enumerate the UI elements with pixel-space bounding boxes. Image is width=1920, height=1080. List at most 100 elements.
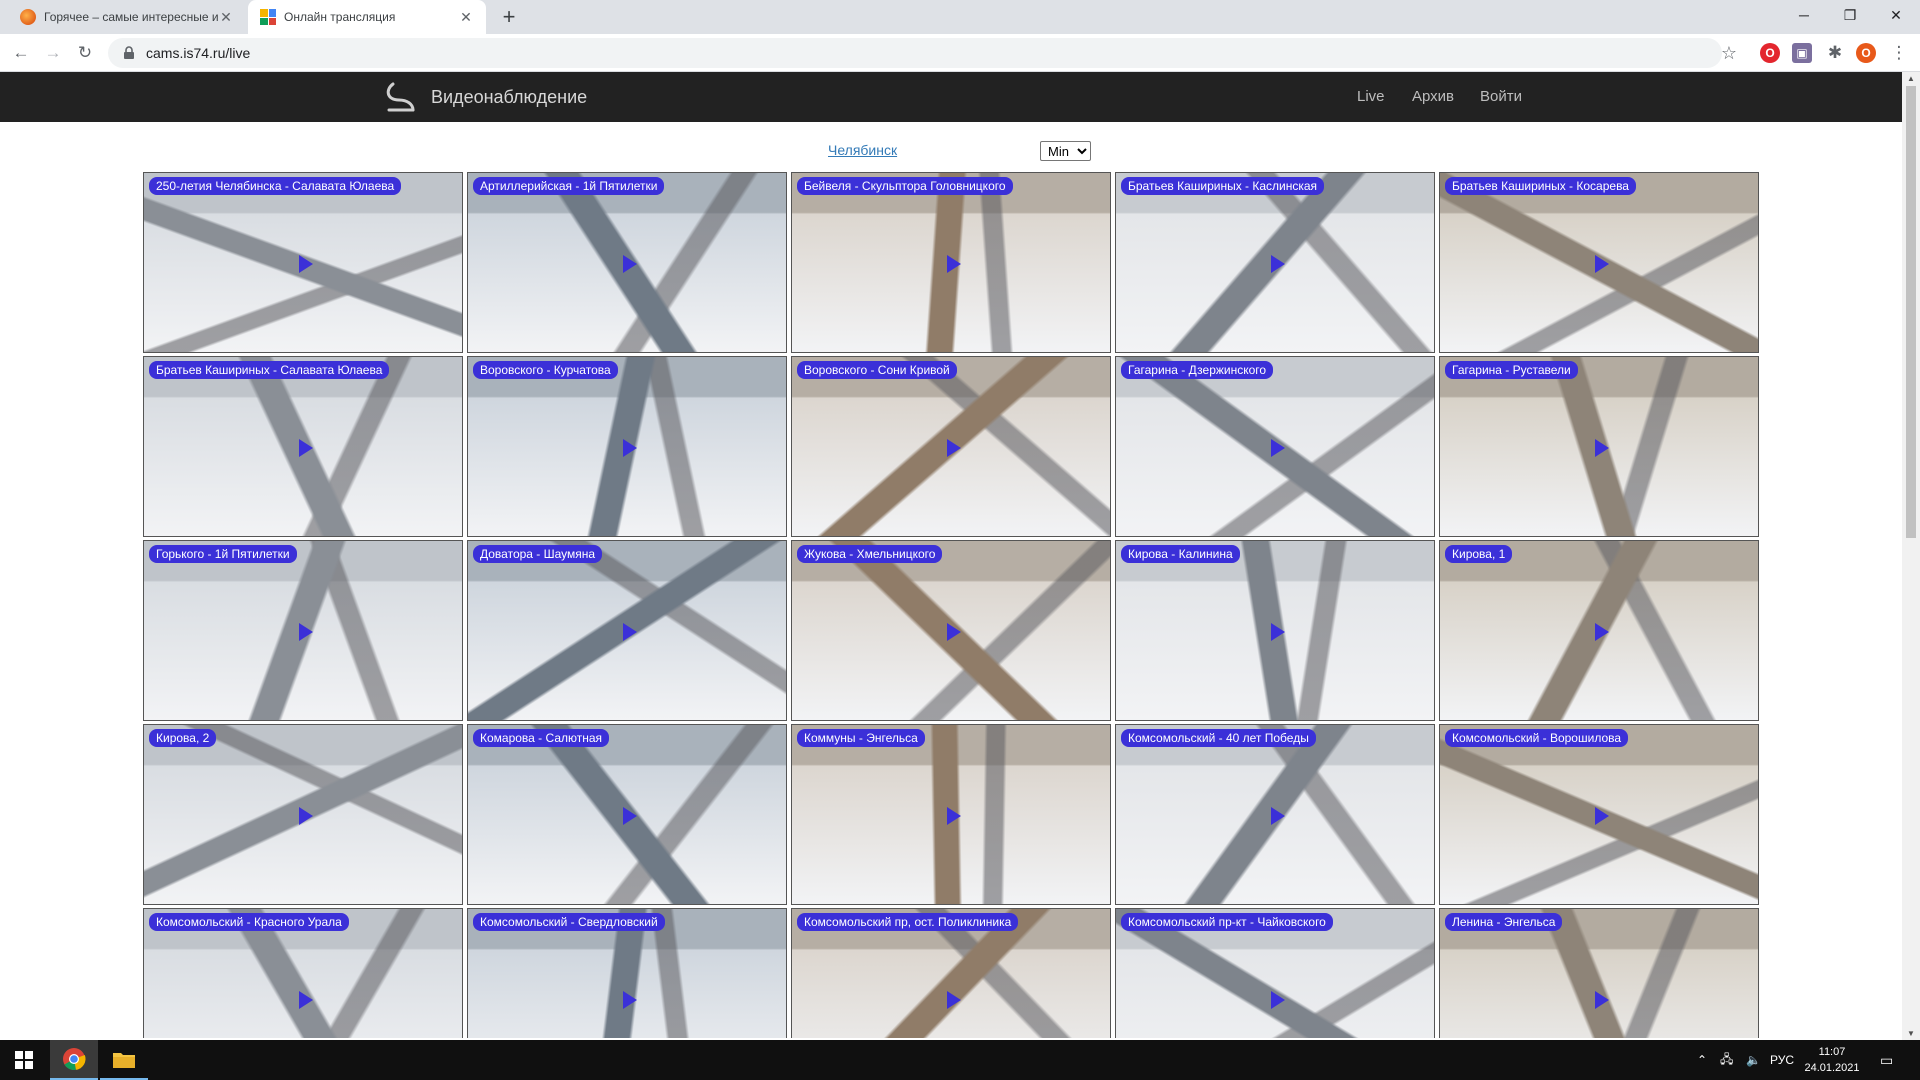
play-icon[interactable] <box>623 807 637 825</box>
play-icon[interactable] <box>299 991 313 1009</box>
play-icon[interactable] <box>947 439 961 457</box>
extensions-puzzle-icon[interactable]: ✱ <box>1822 40 1848 66</box>
play-icon[interactable] <box>1271 807 1285 825</box>
folder-icon <box>113 1053 135 1068</box>
play-icon[interactable] <box>1595 623 1609 641</box>
play-icon[interactable] <box>1595 439 1609 457</box>
back-icon[interactable]: ← <box>8 40 34 66</box>
file-explorer-taskbar-icon[interactable] <box>100 1040 148 1080</box>
camera-label: Братьев Кашириных - Косарева <box>1445 177 1636 195</box>
camera-tile[interactable]: Комсомольский - Свердловский <box>467 908 787 1038</box>
logo-icon <box>386 82 415 112</box>
play-icon[interactable] <box>299 439 313 457</box>
minimize-icon[interactable]: ─ <box>1781 0 1827 34</box>
forward-icon[interactable]: → <box>40 40 66 66</box>
preview-size-select[interactable]: Min <box>1040 141 1091 161</box>
camera-label: Гагарина - Руставели <box>1445 361 1578 379</box>
play-icon[interactable] <box>947 623 961 641</box>
camera-label: Бейвеля - Скульптора Головницкого <box>797 177 1013 195</box>
camera-tile[interactable]: Комсомольский пр, ост. Поликлиника <box>791 908 1111 1038</box>
nav-live-link[interactable]: Live <box>1357 88 1385 105</box>
camera-tile[interactable]: Комсомольский - Ворошилова <box>1439 724 1759 905</box>
play-icon[interactable] <box>947 807 961 825</box>
tray-chevron-icon[interactable]: ⌃ <box>1697 1040 1707 1080</box>
browser-menu-icon[interactable]: ⋮ <box>1886 40 1912 66</box>
scroll-down-icon[interactable]: ▼ <box>1906 1029 1916 1038</box>
play-icon[interactable] <box>1595 807 1609 825</box>
play-icon[interactable] <box>623 439 637 457</box>
camera-label: Доватора - Шаумяна <box>473 545 603 563</box>
camera-tile[interactable]: Ленина - Энгельса <box>1439 908 1759 1038</box>
url-text: cams.is74.ru/live <box>146 45 251 61</box>
camera-tile[interactable]: Бейвеля - Скульптора Головницкого <box>791 172 1111 353</box>
camera-tile[interactable]: Братьев Кашириных - Салавата Юлаева <box>143 356 463 537</box>
camera-tile[interactable]: Комарова - Салютная <box>467 724 787 905</box>
opera-extension-icon[interactable]: O <box>1760 43 1780 63</box>
browser-tab-strip: Горячее – самые интересные и ✕ Онлайн тр… <box>0 0 1920 34</box>
play-icon[interactable] <box>947 991 961 1009</box>
profile-avatar[interactable]: O <box>1856 43 1876 63</box>
chrome-taskbar-icon[interactable] <box>50 1040 98 1080</box>
camera-tile[interactable]: 250-летия Челябинска - Салавата Юлаева <box>143 172 463 353</box>
volume-icon[interactable]: 🔈 <box>1746 1040 1761 1080</box>
reload-icon[interactable]: ↻ <box>72 40 98 66</box>
camera-tile[interactable]: Комсомольский - Красного Урала <box>143 908 463 1038</box>
camera-tile[interactable]: Горького - 1й Пятилетки <box>143 540 463 721</box>
play-icon[interactable] <box>299 255 313 273</box>
play-icon[interactable] <box>1271 991 1285 1009</box>
camera-tile[interactable]: Кирова, 1 <box>1439 540 1759 721</box>
play-icon[interactable] <box>623 623 637 641</box>
camera-tile[interactable]: Братьев Кашириных - Каслинская <box>1115 172 1435 353</box>
play-icon[interactable] <box>1595 991 1609 1009</box>
camera-tile[interactable]: Воровского - Курчатова <box>467 356 787 537</box>
new-tab-button[interactable]: + <box>496 4 522 30</box>
extension-icon[interactable]: ▣ <box>1792 43 1812 63</box>
camera-tile[interactable]: Гагарина - Руставели <box>1439 356 1759 537</box>
play-icon[interactable] <box>623 991 637 1009</box>
play-icon[interactable] <box>1595 255 1609 273</box>
play-icon[interactable] <box>299 623 313 641</box>
play-icon[interactable] <box>299 807 313 825</box>
tab-close-icon[interactable]: ✕ <box>458 9 474 26</box>
close-window-icon[interactable]: ✕ <box>1873 0 1919 34</box>
camera-label: Братьев Кашириных - Салавата Юлаева <box>149 361 390 379</box>
notifications-icon[interactable]: ▭ <box>1880 1040 1893 1080</box>
page-scrollbar[interactable]: ▲ ▼ <box>1902 72 1920 1040</box>
tab-close-icon[interactable]: ✕ <box>218 9 234 26</box>
chrome-icon <box>63 1048 86 1070</box>
camera-tile[interactable]: Воровского - Сони Кривой <box>791 356 1111 537</box>
restore-icon[interactable]: ❐ <box>1827 0 1873 34</box>
browser-tab-1[interactable]: Горячее – самые интересные и ✕ <box>8 0 246 34</box>
camera-tile[interactable]: Кирова, 2 <box>143 724 463 905</box>
nav-login-link[interactable]: Войти <box>1480 88 1522 105</box>
camera-label: Комсомольский пр-кт - Чайковского <box>1121 913 1333 931</box>
camera-tile[interactable]: Комсомольский - 40 лет Победы <box>1115 724 1435 905</box>
camera-label: Ленина - Энгельса <box>1445 913 1563 931</box>
play-icon[interactable] <box>1271 439 1285 457</box>
camera-tile[interactable]: Жукова - Хмельницкого <box>791 540 1111 721</box>
browser-tab-2[interactable]: Онлайн трансляция ✕ <box>248 0 486 34</box>
scroll-up-icon[interactable]: ▲ <box>1906 74 1916 83</box>
nav-archive-link[interactable]: Архив <box>1412 88 1454 105</box>
camera-tile[interactable]: Комсомольский пр-кт - Чайковского <box>1115 908 1435 1038</box>
camera-tile[interactable]: Гагарина - Дзержинского <box>1115 356 1435 537</box>
camera-tile[interactable]: Артиллерийская - 1й Пятилетки <box>467 172 787 353</box>
play-icon[interactable] <box>1271 255 1285 273</box>
camera-tile[interactable]: Доватора - Шаумяна <box>467 540 787 721</box>
play-icon[interactable] <box>1271 623 1285 641</box>
camera-label: Кирова, 2 <box>149 729 217 747</box>
windows-start-icon[interactable] <box>0 1040 48 1080</box>
play-icon[interactable] <box>623 255 637 273</box>
play-icon[interactable] <box>947 255 961 273</box>
address-bar[interactable]: cams.is74.ru/live <box>108 38 1722 68</box>
city-link[interactable]: Челябинск <box>828 142 897 158</box>
scrollbar-thumb[interactable] <box>1906 86 1916 538</box>
camera-tile[interactable]: Коммуны - Энгельса <box>791 724 1111 905</box>
camera-tile[interactable]: Братьев Кашириных - Косарева <box>1439 172 1759 353</box>
brand[interactable]: Видеонаблюдение <box>383 78 587 116</box>
camera-tile[interactable]: Кирова - Калинина <box>1115 540 1435 721</box>
bookmark-star-icon[interactable]: ☆ <box>1716 40 1742 66</box>
pikabu-favicon-icon <box>20 9 36 25</box>
system-clock[interactable]: 11:07 24.01.2021 <box>1790 1044 1874 1076</box>
network-icon[interactable]: 🖧 <box>1720 1040 1733 1080</box>
